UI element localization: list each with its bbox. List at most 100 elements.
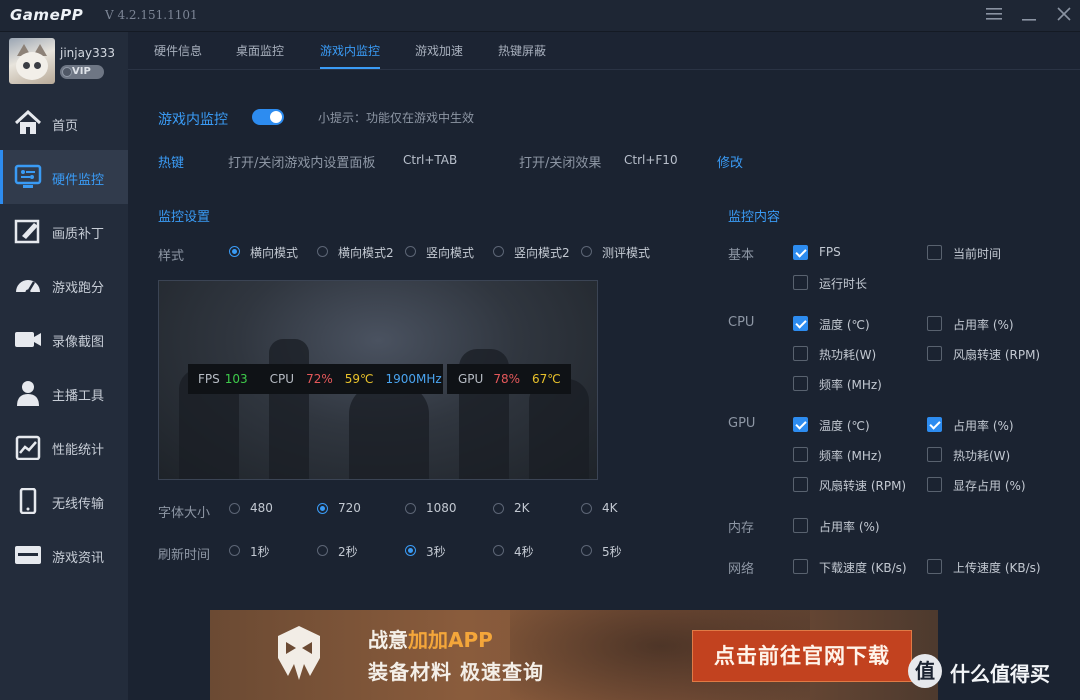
sidebar-item-label: 游戏跑分 (52, 281, 105, 296)
refresh-radio-1s[interactable] (229, 545, 240, 556)
overlay-preview: FPS 103 CPU 72% 59℃ 1900MHz GPU 78% 67℃ (158, 280, 598, 480)
tab-game-boost[interactable]: 游戏加速 (415, 42, 463, 59)
checkbox-cpu-usage[interactable] (927, 316, 942, 331)
sidebar-item-hardware-monitor[interactable]: 硬件监控 (0, 150, 128, 204)
download-button[interactable]: 点击前往官网下载 (692, 630, 912, 682)
checkbox-label: 风扇转速 (RPM) (953, 348, 1041, 362)
checkbox-label: 当前时间 (953, 247, 1002, 261)
refresh-option-label: 2秒 (338, 545, 358, 559)
hotkey-effect-key[interactable]: Ctrl+F10 (624, 153, 678, 167)
hud-fps-value: 103 (224, 372, 248, 386)
vip-icon (62, 67, 72, 77)
hotkey-panel-key[interactable]: Ctrl+TAB (403, 153, 457, 167)
checkbox-cpu-temp[interactable] (793, 316, 808, 331)
news-icon (14, 542, 42, 568)
checkbox-gpu-freq[interactable] (793, 447, 808, 462)
sidebar-item-stats[interactable]: 性能统计 (0, 420, 128, 474)
hud-cpu-label: CPU (269, 372, 295, 386)
font-size-label: 字体大小 (158, 506, 211, 521)
benchmark-gauge-icon (14, 272, 42, 298)
close-icon[interactable] (1054, 6, 1074, 26)
checkbox-cpu-freq[interactable] (793, 376, 808, 391)
hud-fps-label: FPS (198, 372, 220, 386)
checkbox-gpu-vram[interactable] (927, 477, 942, 492)
font-radio-1080[interactable] (405, 503, 416, 514)
font-option-label: 480 (250, 501, 273, 515)
style-radio-vertical2[interactable] (493, 246, 504, 257)
hud-cpu-temp: 59℃ (344, 372, 374, 386)
monitor-settings-title: 监控设置 (158, 210, 211, 225)
sidebar-item-news[interactable]: 游戏资讯 (0, 528, 128, 582)
checkbox-mem-usage[interactable] (793, 518, 808, 533)
sidebar-item-label: 性能统计 (52, 443, 105, 458)
checkbox-run-time[interactable] (793, 275, 808, 290)
page-title: 游戏内监控 (158, 112, 228, 128)
checkbox-cpu-fan[interactable] (927, 346, 942, 361)
refresh-radio-4s[interactable] (493, 545, 504, 556)
refresh-radio-3s[interactable] (405, 545, 416, 556)
hotkey-effect-label: 打开/关闭效果 (519, 156, 602, 171)
menu-icon[interactable] (984, 6, 1004, 26)
watermark-logo-icon: 值 (908, 654, 942, 688)
ingame-monitor-toggle[interactable] (252, 109, 284, 125)
checkbox-gpu-fan[interactable] (793, 477, 808, 492)
hud-gpu-label: GPU (458, 372, 484, 386)
style-radio-horizontal2[interactable] (317, 246, 328, 257)
sidebar-item-benchmark[interactable]: 游戏跑分 (0, 258, 128, 312)
ad-banner[interactable]: 战意加加APP 装备材料 极速查询 点击前往官网下载 (210, 610, 938, 700)
font-radio-2k[interactable] (493, 503, 504, 514)
style-radio-horizontal[interactable] (229, 246, 240, 257)
font-radio-720[interactable] (317, 503, 328, 514)
avatar[interactable] (9, 38, 55, 84)
sidebar-item-label: 画质补丁 (52, 227, 105, 242)
sidebar-item-video[interactable]: 录像截图 (0, 312, 128, 366)
hud-fps-cpu: FPS 103 CPU 72% 59℃ 1900MHz (188, 364, 443, 394)
tab-hardware-info[interactable]: 硬件信息 (154, 42, 202, 59)
sidebar-item-label: 硬件监控 (52, 173, 105, 188)
sidebar-item-home[interactable]: 首页 (0, 96, 128, 150)
sidebar-item-label: 无线传输 (52, 497, 105, 512)
helmet-logo-icon (274, 624, 324, 682)
sidebar-item-streamer[interactable]: 主播工具 (0, 366, 128, 420)
app-version: V 4.2.151.1101 (105, 8, 198, 22)
checkbox-net-upload[interactable] (927, 559, 942, 574)
checkbox-label: 频率 (MHz) (819, 449, 882, 463)
hud-gpu: GPU 78% 67℃ (447, 364, 571, 394)
tab-hotkey-block[interactable]: 热键屏蔽 (498, 42, 546, 59)
checkbox-gpu-power[interactable] (927, 447, 942, 462)
style-radio-vertical[interactable] (405, 246, 416, 257)
checkbox-current-time[interactable] (927, 245, 942, 260)
tab-ingame-monitor[interactable]: 游戏内监控 (320, 42, 380, 59)
minimize-icon[interactable] (1019, 6, 1039, 26)
active-tab-indicator (320, 67, 380, 69)
refresh-option-label: 4秒 (514, 545, 534, 559)
font-radio-4k[interactable] (581, 503, 592, 514)
sidebar-item-wireless[interactable]: 无线传输 (0, 474, 128, 528)
sidebar-item-quality-patch[interactable]: 画质补丁 (0, 204, 128, 258)
checkbox-gpu-temp[interactable] (793, 417, 808, 432)
checkbox-fps[interactable] (793, 245, 808, 260)
checkbox-gpu-usage[interactable] (927, 417, 942, 432)
checkbox-label: 频率 (MHz) (819, 378, 882, 392)
checkbox-net-download[interactable] (793, 559, 808, 574)
checkbox-label: 上传速度 (KB/s) (953, 561, 1041, 575)
style-radio-review[interactable] (581, 246, 592, 257)
sidebar: jinjay333 VIP 首页 硬件监控 画质补丁 游戏跑分 录像截图 主播工… (0, 32, 128, 700)
tab-desktop-monitor[interactable]: 桌面监控 (236, 42, 284, 59)
font-radio-480[interactable] (229, 503, 240, 514)
refresh-radio-5s[interactable] (581, 545, 592, 556)
checkbox-label: 占用率 (%) (953, 419, 1014, 433)
edit-hotkey-link[interactable]: 修改 (717, 152, 743, 171)
refresh-radio-2s[interactable] (317, 545, 328, 556)
style-option-label: 竖向模式2 (514, 246, 570, 260)
style-label: 样式 (158, 249, 185, 264)
style-option-label: 测评模式 (602, 246, 651, 260)
refresh-option-label: 3秒 (426, 545, 446, 559)
checkbox-cpu-power[interactable] (793, 346, 808, 361)
hud-cpu-usage: 72% (306, 372, 333, 386)
hud-cpu-freq: 1900MHz (385, 372, 442, 386)
banner-subtitle: 装备材料 极速查询 (368, 660, 544, 684)
checkbox-label: 温度 (℃) (819, 419, 870, 433)
sidebar-item-label: 主播工具 (52, 389, 105, 404)
sidebar-item-label: 首页 (52, 119, 79, 134)
